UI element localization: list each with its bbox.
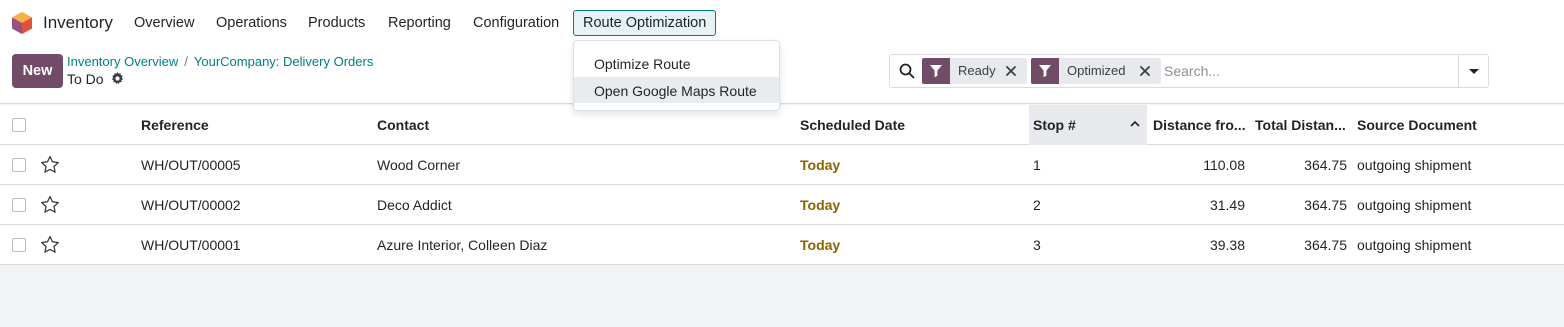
search-bar: Ready Optimized Search... <box>889 54 1489 88</box>
cell-reference: WH/OUT/00005 <box>141 157 241 173</box>
column-reference[interactable]: Reference <box>141 117 209 133</box>
page-title: To Do <box>67 71 104 87</box>
chevron-up-icon <box>1130 120 1140 127</box>
star-icon[interactable] <box>40 195 60 214</box>
search-input[interactable]: Search... <box>1164 63 1220 79</box>
cell-distance: 31.49 <box>1209 197 1245 213</box>
star-icon[interactable] <box>40 235 60 254</box>
cell-source-document: outgoing shipment <box>1357 157 1472 173</box>
table-row[interactable]: WH/OUT/00002 Deco Addict Today 2 31.49 3… <box>0 185 1564 225</box>
row-checkbox[interactable] <box>12 198 26 212</box>
nav-reporting[interactable]: Reporting <box>388 15 451 31</box>
cell-contact: Deco Addict <box>377 197 452 213</box>
chevron-down-icon <box>1469 69 1479 74</box>
cell-source-document: outgoing shipment <box>1357 237 1472 253</box>
app-logo-icon[interactable] <box>12 12 32 34</box>
star-icon[interactable] <box>40 155 60 174</box>
cell-distance: 110.08 <box>1203 157 1245 173</box>
cell-reference: WH/OUT/00002 <box>141 197 241 213</box>
list-table: Reference Contact Scheduled Date Stop # … <box>0 105 1564 265</box>
gear-icon[interactable] <box>111 72 124 85</box>
cell-total-distance: 364.75 <box>1304 157 1347 173</box>
cell-reference: WH/OUT/00001 <box>141 237 241 253</box>
cell-source-document: outgoing shipment <box>1357 197 1472 213</box>
new-button[interactable]: New <box>12 54 63 88</box>
filter-icon <box>922 58 950 84</box>
cell-distance: 39.38 <box>1209 237 1245 253</box>
select-all-checkbox[interactable] <box>12 118 26 132</box>
route-optimization-menu: Optimize Route Open Google Maps Route <box>573 40 780 111</box>
breadcrumb-delivery-orders[interactable]: YourCompany: Delivery Orders <box>194 54 373 69</box>
facet-label: Optimized <box>1067 63 1126 78</box>
cell-contact: Azure Interior, Colleen Diaz <box>377 237 548 253</box>
top-navbar: Inventory Overview Operations Products R… <box>0 0 1564 46</box>
control-panel: New Inventory Overview / YourCompany: Deli… <box>0 46 1564 104</box>
cell-scheduled-date: Today <box>800 157 841 173</box>
menu-item-optimize-route[interactable]: Optimize Route <box>574 50 779 76</box>
table-header: Reference Contact Scheduled Date Stop # … <box>0 105 1564 145</box>
cell-stop: 1 <box>1033 157 1041 173</box>
app-name[interactable]: Inventory <box>43 13 113 33</box>
column-distance[interactable]: Distance fro... <box>1153 117 1246 133</box>
nav-operations[interactable]: Operations <box>216 15 287 31</box>
nav-products[interactable]: Products <box>308 15 365 31</box>
cell-stop: 2 <box>1033 197 1041 213</box>
facet-ready: Ready <box>922 58 1027 84</box>
nav-configuration[interactable]: Configuration <box>473 15 559 31</box>
search-icon[interactable] <box>899 63 915 79</box>
cell-contact: Wood Corner <box>377 157 461 173</box>
column-source-document[interactable]: Source Document <box>1357 117 1477 133</box>
column-scheduled-date[interactable]: Scheduled Date <box>800 117 905 133</box>
breadcrumb-separator: / <box>184 54 188 69</box>
cell-scheduled-date: Today <box>800 237 841 253</box>
close-icon[interactable] <box>1004 64 1018 78</box>
search-options-toggle[interactable] <box>1458 55 1488 87</box>
breadcrumb: Inventory Overview / YourCompany: Delivery… <box>67 54 373 69</box>
filter-icon <box>1031 58 1059 84</box>
cell-total-distance: 364.75 <box>1304 197 1347 213</box>
breadcrumb-inventory-overview[interactable]: Inventory Overview <box>67 54 178 69</box>
nav-overview[interactable]: Overview <box>134 15 194 31</box>
facet-label: Ready <box>958 63 996 78</box>
close-icon[interactable] <box>1138 64 1152 78</box>
table-row[interactable]: WH/OUT/00001 Azure Interior, Colleen Dia… <box>0 225 1564 265</box>
column-stop[interactable]: Stop # <box>1033 117 1076 133</box>
menu-item-open-google-maps-route[interactable]: Open Google Maps Route <box>574 77 779 103</box>
nav-route-optimization[interactable]: Route Optimization <box>573 10 717 36</box>
column-total-distance[interactable]: Total Distan... <box>1255 117 1346 133</box>
cell-scheduled-date: Today <box>800 197 841 213</box>
column-contact[interactable]: Contact <box>377 117 429 133</box>
facet-optimized: Optimized <box>1031 58 1161 84</box>
cell-stop: 3 <box>1033 237 1041 253</box>
cell-total-distance: 364.75 <box>1304 237 1347 253</box>
table-row[interactable]: WH/OUT/00005 Wood Corner Today 1 110.08 … <box>0 145 1564 185</box>
row-checkbox[interactable] <box>12 238 26 252</box>
row-checkbox[interactable] <box>12 158 26 172</box>
